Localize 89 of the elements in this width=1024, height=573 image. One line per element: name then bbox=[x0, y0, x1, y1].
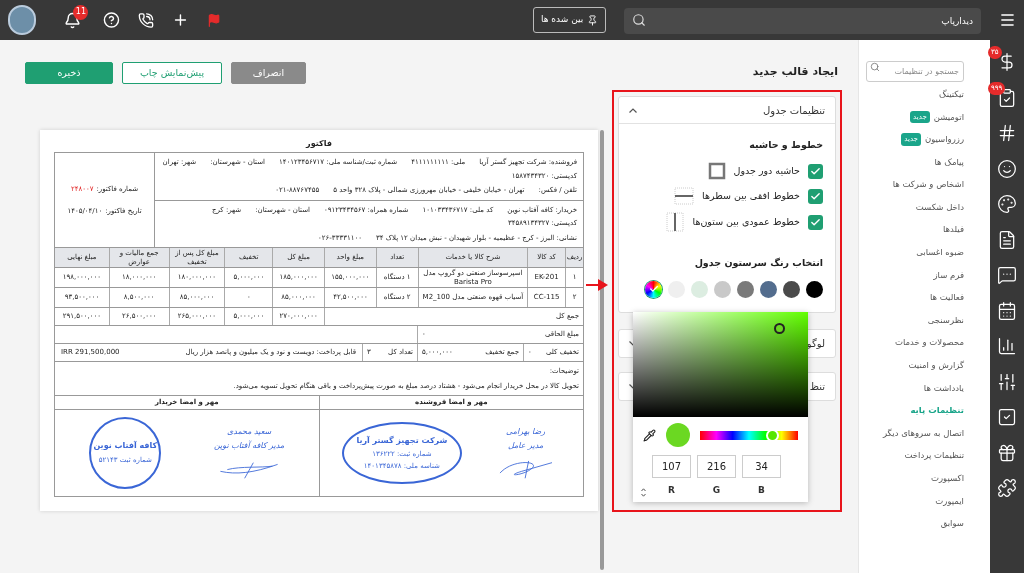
sidebar-item[interactable]: محصولات و خدمات bbox=[894, 336, 964, 350]
color-value-input[interactable]: 216 bbox=[697, 455, 736, 478]
avatar[interactable] bbox=[8, 5, 37, 35]
channel-label: B bbox=[758, 484, 765, 497]
up-down-icon[interactable] bbox=[641, 488, 646, 497]
eyedropper-icon[interactable] bbox=[643, 428, 656, 442]
search-field[interactable]: دیدارپاپ bbox=[623, 8, 982, 34]
sidebar-item[interactable]: تیکتینگ bbox=[939, 87, 964, 101]
hue-thumb[interactable] bbox=[765, 428, 779, 442]
vertical-lines-icon bbox=[666, 212, 685, 233]
menu-icon[interactable] bbox=[999, 11, 1016, 29]
help-icon[interactable] bbox=[103, 11, 121, 29]
check-icon bbox=[810, 165, 821, 177]
option-label: خطوط افقی بین سطرها bbox=[702, 189, 800, 204]
saturation-field[interactable] bbox=[633, 312, 808, 417]
chart-icon[interactable] bbox=[997, 336, 1017, 356]
signer-text: رضا بهرامی bbox=[506, 426, 546, 438]
color-value-input[interactable]: 34 bbox=[742, 455, 781, 478]
chevron-up-icon bbox=[629, 107, 637, 113]
check-icon[interactable] bbox=[997, 407, 1017, 427]
document-icon[interactable] bbox=[997, 229, 1017, 250]
sidebar-item[interactable]: نظرسنجی bbox=[927, 313, 964, 327]
chat-icon[interactable] bbox=[997, 265, 1017, 285]
puzzle-icon[interactable] bbox=[997, 478, 1017, 498]
search-icon bbox=[631, 13, 646, 27]
color-swatch[interactable] bbox=[806, 280, 823, 298]
color-preview bbox=[666, 423, 690, 447]
channel-label: R bbox=[668, 484, 675, 497]
sidebar-item[interactable]: اتومیشن bbox=[933, 110, 964, 124]
picker-handle[interactable] bbox=[774, 323, 785, 334]
sidebar-item[interactable]: ضبوه اغسابی bbox=[916, 246, 964, 259]
sidebar-item[interactable]: فرم ساز bbox=[933, 268, 964, 282]
color-value-input[interactable]: 107 bbox=[652, 455, 691, 478]
palette-icon[interactable] bbox=[997, 194, 1017, 214]
color-swatch[interactable] bbox=[691, 280, 708, 298]
signer-text: مدیر عامل bbox=[508, 440, 544, 452]
pinned-button[interactable]: بین شده ها bbox=[533, 7, 606, 33]
color-swatch[interactable] bbox=[714, 280, 731, 298]
custom-color-swatch[interactable] bbox=[645, 280, 662, 298]
checkbox[interactable] bbox=[808, 214, 823, 230]
sidebar-item[interactable]: رزرواسیون bbox=[924, 133, 964, 146]
settings-search-field[interactable]: جستجو در تنظیمات bbox=[866, 61, 964, 82]
sidebar-item[interactable]: اشخاص و شرکت ها bbox=[892, 178, 964, 192]
arrow bbox=[586, 279, 608, 291]
sidebar-item[interactable]: فیلدها bbox=[943, 223, 964, 237]
signer-text: سعید محمدی bbox=[226, 426, 272, 438]
section-title: انتخاب رنگ سرستون جدول bbox=[693, 256, 823, 271]
hue-slider[interactable] bbox=[700, 430, 798, 440]
sidebar-item[interactable]: یادداشت ها bbox=[923, 381, 964, 395]
color-swatch[interactable] bbox=[760, 280, 777, 298]
checkbox[interactable] bbox=[808, 163, 823, 179]
signer-text: مدیر کافه آفتاب نوین bbox=[213, 440, 285, 452]
flag-icon[interactable] bbox=[207, 12, 222, 28]
search-icon bbox=[870, 62, 880, 72]
color-swatch[interactable] bbox=[737, 280, 754, 298]
sidebar-item[interactable]: فعالیت ها bbox=[929, 291, 964, 304]
phone-icon[interactable] bbox=[138, 11, 155, 29]
accordion-header[interactable]: تنظیمات جدول bbox=[619, 97, 835, 124]
color-swatch[interactable] bbox=[783, 280, 800, 298]
pin-icon bbox=[587, 14, 599, 26]
sidebar-item[interactable]: ایمپورت bbox=[935, 494, 964, 508]
stamp-text: کافه آفتاب نوین bbox=[93, 440, 158, 453]
invoice-title: فاکتور bbox=[306, 138, 332, 150]
print-preview-button[interactable]: پیش‌نمایش چاپ bbox=[122, 62, 222, 84]
page-title: ایجاد قالب جدید bbox=[752, 64, 838, 80]
sidebar-item[interactable]: تنظیمات پرداخت bbox=[904, 449, 964, 463]
stamp-text: شرکت تجهیز گستر آریا bbox=[356, 434, 448, 447]
sidebar-item[interactable]: پیامک ها bbox=[934, 155, 964, 169]
sidebar-item[interactable]: گزارش و امنیت bbox=[908, 359, 964, 372]
checkbox[interactable] bbox=[808, 188, 823, 204]
channel-label: G bbox=[712, 484, 721, 497]
sidebar-item[interactable]: اتصال به سروهای دیگر bbox=[882, 426, 964, 440]
check-icon bbox=[810, 190, 821, 202]
sidebar-item[interactable]: اکسپورت bbox=[930, 472, 964, 485]
border-icon bbox=[707, 162, 726, 181]
option-label: خطوط عمودی بین ستون‌ها bbox=[692, 215, 800, 230]
calendar-icon[interactable] bbox=[997, 300, 1017, 321]
sidebar-item[interactable]: سوابق bbox=[940, 517, 964, 530]
notification-badge: 11 bbox=[73, 4, 89, 20]
sidebar-item[interactable]: داخل شکست bbox=[915, 200, 964, 214]
horizontal-lines-icon bbox=[674, 187, 695, 206]
check-icon bbox=[810, 216, 821, 228]
section-title: خطوط و حاشیه bbox=[748, 138, 823, 152]
check-icon bbox=[648, 284, 659, 294]
gift-icon[interactable] bbox=[997, 442, 1017, 463]
sliders-icon[interactable] bbox=[997, 371, 1017, 392]
smile-icon[interactable] bbox=[997, 158, 1017, 179]
option-label: حاشیه دور جدول bbox=[733, 164, 800, 179]
hash-icon[interactable] bbox=[997, 123, 1017, 143]
